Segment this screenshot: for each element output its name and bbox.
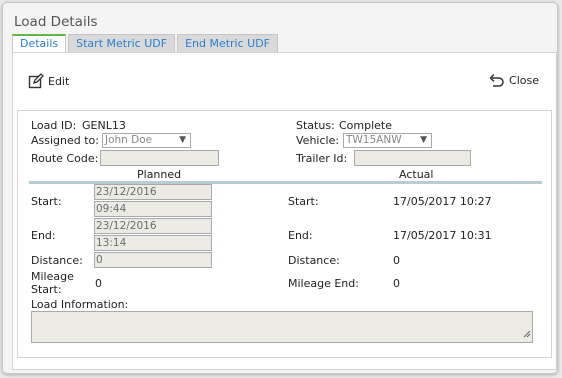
edit-icon (28, 73, 44, 89)
undo-arrow-icon (489, 73, 505, 87)
edit-label: Edit (48, 74, 70, 88)
mileage-start-label-line2: Start: (31, 283, 62, 296)
tab-end-metric-udf[interactable]: End Metric UDF (177, 34, 279, 53)
trailer-id-label: Trailer Id: (296, 152, 348, 165)
edit-button[interactable]: Edit (28, 73, 69, 89)
planned-start-time-field[interactable]: 09:44 (94, 201, 212, 217)
actual-distance-value: 0 (393, 254, 400, 267)
resize-grip-icon[interactable] (523, 328, 531, 341)
actual-distance-label: Distance: (288, 254, 340, 267)
route-code-field[interactable] (100, 150, 219, 166)
planned-header: Planned (137, 168, 182, 181)
assigned-to-label: Assigned to: (31, 134, 99, 147)
dialog-title: Load Details (14, 14, 98, 30)
dropdown-arrow-icon: ▼ (179, 135, 186, 145)
vehicle-value: TW15ANW (346, 134, 402, 146)
tab-start-metric-udf[interactable]: Start Metric UDF (68, 34, 176, 53)
close-button[interactable]: Close (489, 73, 539, 87)
mileage-start-label-line1: Mileage (31, 270, 74, 283)
planned-distance-label: Distance: (31, 254, 83, 267)
route-code-label: Route Code: (31, 152, 99, 165)
close-label: Close (509, 73, 539, 87)
actual-end-label: End: (288, 229, 313, 242)
vehicle-label: Vehicle: (296, 134, 340, 147)
planned-end-time-field[interactable]: 13:14 (94, 235, 212, 251)
load-information-textarea[interactable] (31, 311, 533, 343)
actual-header: Actual (399, 168, 434, 181)
planned-distance-field[interactable]: 0 (94, 252, 212, 268)
planned-end-label: End: (31, 229, 56, 242)
mileage-end-value: 0 (393, 277, 400, 290)
assigned-to-value: John Doe (105, 134, 153, 146)
assigned-to-select[interactable]: John Doe ▼ (102, 133, 191, 148)
load-information-label: Load Information: (31, 298, 129, 311)
tab-bar: Details Start Metric UDF End Metric UDF (12, 34, 279, 53)
load-id-label: Load ID: (31, 119, 77, 132)
dropdown-arrow-icon: ▼ (420, 135, 427, 145)
mileage-end-label: Mileage End: (288, 277, 359, 290)
actual-start-value: 17/05/2017 10:27 (393, 195, 492, 208)
trailer-id-field[interactable] (354, 150, 471, 166)
status-value: Complete (339, 119, 393, 132)
planned-start-label: Start: (31, 195, 62, 208)
status-label: Status: (296, 119, 335, 132)
actual-end-value: 17/05/2017 10:31 (393, 229, 492, 242)
planned-start-date-field[interactable]: 23/12/2016 (94, 184, 212, 200)
vehicle-select[interactable]: TW15ANW ▼ (343, 133, 432, 148)
mileage-start-value: 0 (95, 277, 102, 290)
load-details-dialog: Load Details Details Start Metric UDF En… (2, 2, 558, 374)
actual-start-label: Start: (288, 195, 319, 208)
tab-details[interactable]: Details (12, 34, 67, 53)
load-id-value: GENL13 (82, 119, 126, 132)
planned-end-date-field[interactable]: 23/12/2016 (94, 218, 212, 234)
details-panel: Edit Close Load ID: GENL13 Assigned to: … (12, 52, 557, 370)
load-form: Load ID: GENL13 Assigned to: John Doe ▼ … (17, 110, 552, 358)
